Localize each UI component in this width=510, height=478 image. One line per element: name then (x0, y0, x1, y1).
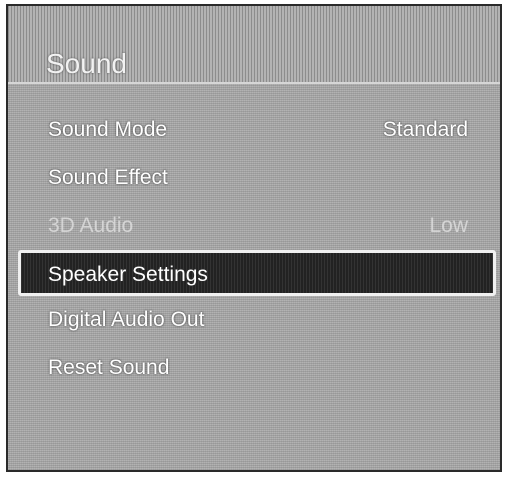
menu-item-sound-mode[interactable]: Sound Mode Standard (8, 106, 500, 154)
menu-title: Sound (46, 48, 127, 79)
menu-item-label: Speaker Settings (48, 263, 208, 286)
menu-item-digital-audio-out[interactable]: Digital Audio Out (8, 296, 500, 344)
menu-item-label: Sound Mode (48, 118, 168, 141)
menu-item-label: Digital Audio Out (48, 308, 205, 331)
menu-item-reset-sound[interactable]: Reset Sound (8, 344, 500, 392)
sound-menu-panel: Sound Sound Mode Standard Sound Effect 3… (6, 4, 502, 472)
menu-item-sound-effect[interactable]: Sound Effect (8, 154, 500, 202)
menu-item-speaker-settings[interactable]: Speaker Settings (18, 250, 496, 296)
title-bar: Sound (8, 6, 500, 84)
menu-item-label: 3D Audio (48, 214, 134, 237)
menu-item-value: Low (429, 214, 468, 237)
menu-item-label: Sound Effect (48, 166, 168, 189)
menu-item-value: Standard (382, 118, 468, 141)
menu-item-label: Reset Sound (48, 356, 170, 379)
menu-item-3d-audio: 3D Audio Low (8, 202, 500, 250)
menu-list: Sound Mode Standard Sound Effect 3D Audi… (8, 106, 500, 392)
